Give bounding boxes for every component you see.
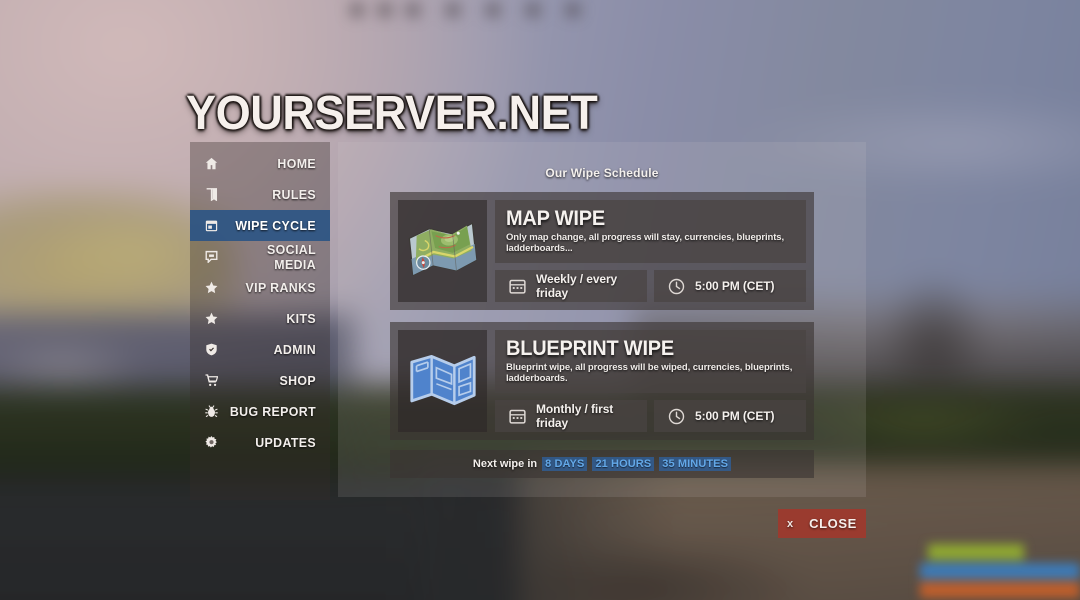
countdown-minutes: 35 MINUTES: [659, 457, 732, 471]
sidebar-item-label: KITS: [286, 311, 316, 326]
wipe-time-text: 5:00 PM (CET): [695, 409, 775, 423]
page-title: YOURSERVER.NET: [186, 87, 598, 140]
countdown-hours: 21 HOURS: [592, 457, 655, 471]
sidebar-item-home[interactable]: HOME: [190, 148, 330, 179]
sidebar-item-label: HOME: [277, 156, 316, 171]
calendar-icon: [509, 278, 526, 295]
shield-icon: [202, 341, 220, 359]
wipe-frequency-text: Weekly / every friday: [536, 272, 618, 300]
chat-icon: [202, 248, 220, 266]
panel-heading: Our Wipe Schedule: [545, 166, 659, 180]
calendar-icon: [202, 217, 220, 235]
wipe-card-title: BLUEPRINT WIPE: [506, 337, 675, 360]
star-icon: [202, 310, 220, 328]
sidebar-item-label: BUG REPORT: [229, 404, 316, 419]
sidebar-item-label: WIPE CYCLE: [235, 218, 316, 233]
sidebar: HOME RULES WIPE CYCLE SOCIAL MEDIA VIP R…: [190, 142, 330, 500]
home-icon: [202, 155, 220, 173]
close-button-label: CLOSE: [809, 516, 857, 531]
sidebar-item-label: SHOP: [279, 373, 316, 388]
wipe-card-description: Blueprint wipe, all progress will be wip…: [506, 362, 793, 384]
sidebar-item-wipe-cycle[interactable]: WIPE CYCLE: [190, 210, 330, 241]
sidebar-item-label: VIP RANKS: [245, 280, 316, 295]
wipe-card-description: Only map change, all progress will stay,…: [506, 232, 784, 254]
wipe-card-blueprint: BLUEPRINT WIPE Blueprint wipe, all progr…: [390, 322, 814, 440]
wipe-card-map: MAP WIPE Only map change, all progress w…: [390, 192, 814, 310]
next-wipe-countdown: Next wipe in 8 DAYS 21 HOURS 35 MINUTES: [390, 450, 814, 478]
clock-icon: [668, 408, 685, 425]
wipe-frequency-text: Monthly / first friday: [536, 402, 614, 430]
wipe-card-title: MAP WIPE: [506, 207, 605, 230]
sidebar-item-social-media[interactable]: SOCIAL MEDIA: [190, 241, 330, 272]
wipe-frequency: Monthly / first friday: [495, 400, 647, 432]
sidebar-item-label: SOCIAL MEDIA: [267, 241, 316, 272]
sidebar-item-label: ADMIN: [273, 342, 316, 357]
book-icon: [202, 186, 220, 204]
wipe-time: 5:00 PM (CET): [654, 400, 806, 432]
sidebar-item-label: UPDATES: [255, 435, 316, 450]
close-button[interactable]: x CLOSE: [778, 509, 866, 538]
countdown-days: 8 DAYS: [542, 457, 588, 471]
close-icon: x: [787, 517, 794, 530]
wipe-frequency: Weekly / every friday: [495, 270, 647, 302]
game-status-bars: [920, 541, 1080, 598]
wipe-card-header: MAP WIPE Only map change, all progress w…: [495, 200, 806, 263]
sidebar-item-bug-report[interactable]: BUG REPORT: [190, 396, 330, 427]
cart-icon: [202, 372, 220, 390]
blueprint-map-icon: [398, 330, 487, 432]
calendar-icon: [509, 408, 526, 425]
wipe-time-text: 5:00 PM (CET): [695, 279, 775, 293]
sidebar-item-kits[interactable]: KITS: [190, 303, 330, 334]
clock-icon: [668, 278, 685, 295]
countdown-label: Next wipe in: [472, 458, 538, 470]
bug-icon: [202, 403, 220, 421]
wipe-time: 5:00 PM (CET): [654, 270, 806, 302]
wipe-card-header: BLUEPRINT WIPE Blueprint wipe, all progr…: [495, 330, 806, 393]
sidebar-item-admin[interactable]: ADMIN: [190, 334, 330, 365]
sidebar-item-vip-ranks[interactable]: VIP RANKS: [190, 272, 330, 303]
folded-map-icon: [398, 200, 487, 302]
star-icon: [202, 279, 220, 297]
sidebar-item-label: RULES: [272, 187, 316, 202]
sidebar-item-shop[interactable]: SHOP: [190, 365, 330, 396]
sidebar-item-updates[interactable]: UPDATES: [190, 427, 330, 458]
game-hotbar: [350, 0, 650, 22]
wipe-cycle-panel: Our Wipe Schedule MAP WIPE Only map chan…: [338, 142, 866, 497]
sidebar-item-rules[interactable]: RULES: [190, 179, 330, 210]
gear-icon: [202, 434, 220, 452]
